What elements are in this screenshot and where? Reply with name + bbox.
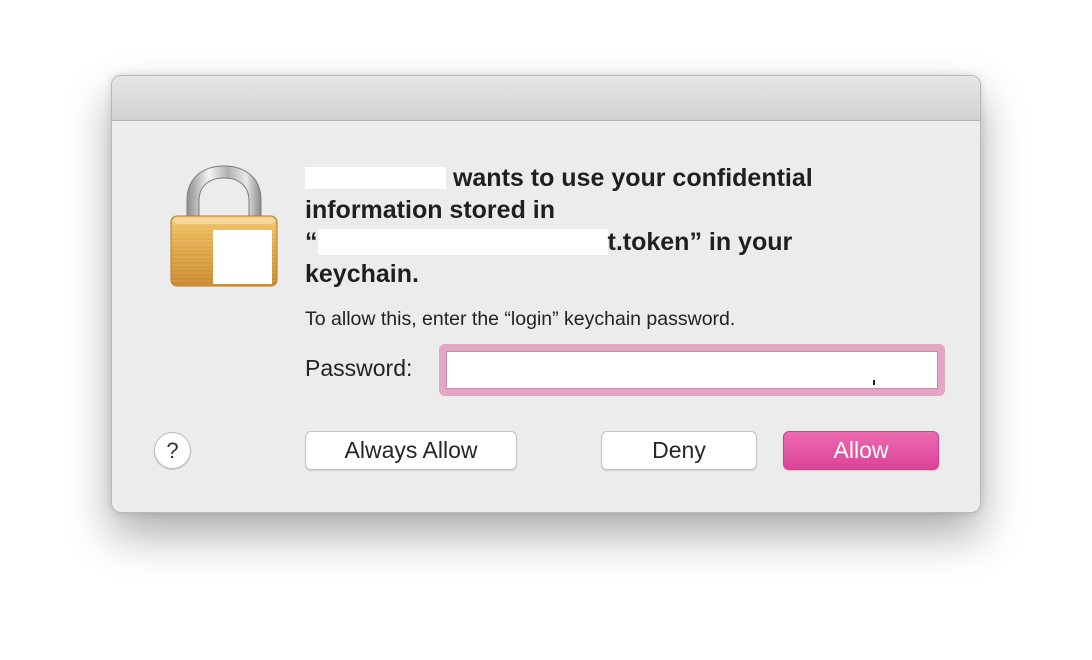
headline-line-3: “ t.token” in your — [305, 226, 865, 258]
always-allow-button[interactable]: Always Allow — [305, 431, 517, 470]
redacted-app-name — [305, 167, 446, 189]
headline-line-4: keychain. — [305, 260, 419, 288]
password-label: Password: — [305, 355, 413, 381]
dialog-headline: wants to use your confidential informati… — [305, 162, 865, 290]
dialog-title-bar[interactable] — [112, 76, 980, 121]
icon-redaction — [213, 230, 272, 284]
headline-line-1: wants to use your confidential — [305, 162, 865, 194]
always-allow-label: Always Allow — [344, 437, 478, 463]
headline-line-2: information stored in — [305, 196, 555, 224]
headline-line-3-text: t.token” in your — [607, 228, 793, 256]
instruction-text: To allow this, enter the “login” keychai… — [305, 308, 736, 330]
help-icon: ? — [166, 437, 179, 463]
help-button[interactable]: ? — [154, 432, 191, 469]
password-field[interactable] — [446, 351, 938, 389]
text-cursor — [873, 380, 875, 385]
keychain-access-dialog: wants to use your confidential informati… — [111, 75, 981, 513]
deny-button[interactable]: Deny — [601, 431, 757, 470]
headline-line-3-prefix: “ — [305, 228, 318, 256]
redacted-item-name — [317, 229, 608, 255]
headline-line-1-text: wants to use your confidential — [452, 164, 813, 192]
allow-label: Allow — [833, 437, 889, 463]
allow-button[interactable]: Allow — [783, 431, 939, 470]
screen: wants to use your confidential informati… — [0, 0, 1092, 660]
lock-icon — [169, 164, 279, 288]
deny-label: Deny — [652, 437, 706, 463]
